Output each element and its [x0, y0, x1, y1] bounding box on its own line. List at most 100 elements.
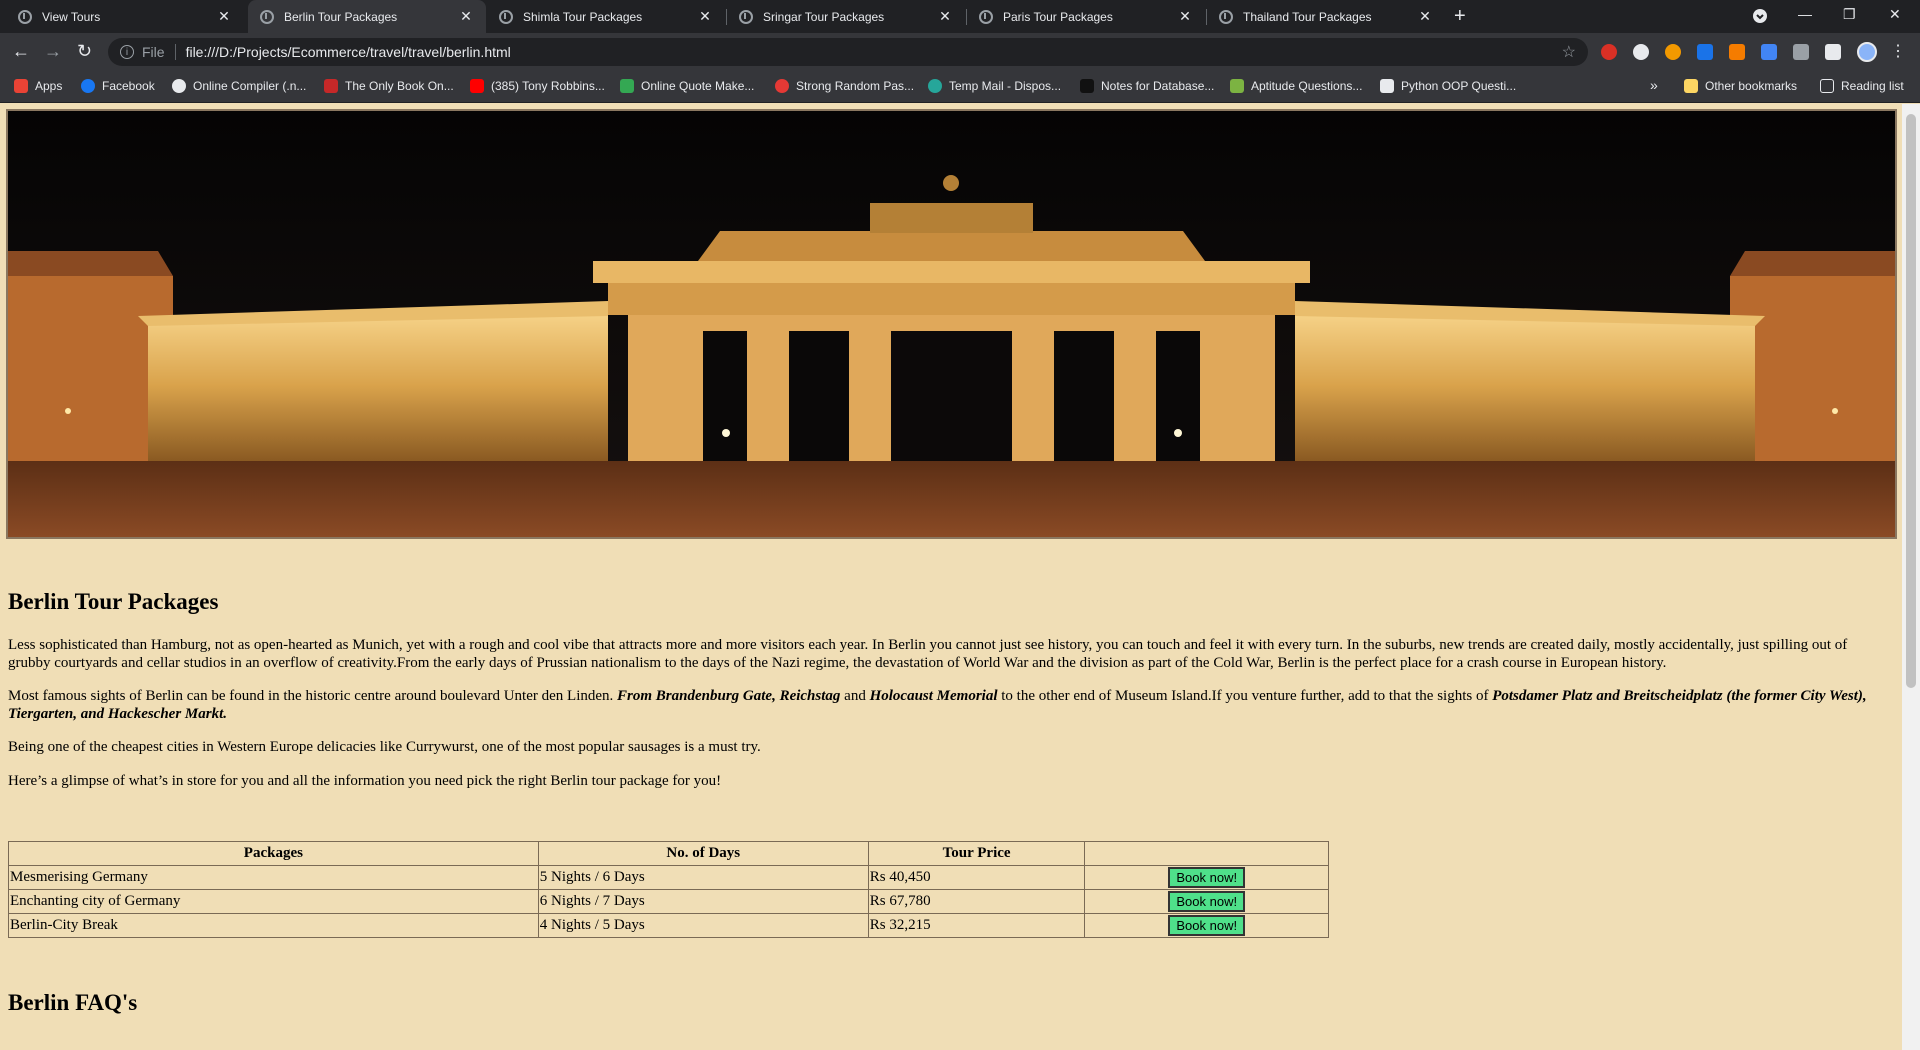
- menu-kebab-icon[interactable]: ⋮: [1890, 41, 1906, 61]
- globe-icon: [260, 9, 274, 24]
- tab-view-tours[interactable]: View Tours ✕: [6, 0, 244, 33]
- new-tab-plus-icon[interactable]: +: [1454, 5, 1466, 28]
- extension-flag-icon[interactable]: [1729, 44, 1745, 60]
- tab-berlin-tour-packages[interactable]: Berlin Tour Packages ✕: [248, 0, 486, 33]
- package-price: Rs 32,215: [867, 913, 1086, 938]
- close-icon[interactable]: ✕: [458, 8, 474, 25]
- tab-title: Berlin Tour Packages: [284, 9, 398, 24]
- page-viewport: Berlin Tour Packages Less sophisticated …: [0, 104, 1902, 1050]
- bookmark-aptitude-questions[interactable]: Aptitude Questions...: [1230, 79, 1362, 93]
- book-now-button[interactable]: Book now!: [1168, 867, 1246, 888]
- profile-avatar[interactable]: [1857, 42, 1877, 62]
- bookmark-label: Temp Mail - Dispos...: [949, 79, 1062, 93]
- package-name: Berlin-City Break: [8, 913, 539, 938]
- translate-icon[interactable]: [1761, 44, 1777, 60]
- apps-grid-icon: [14, 79, 28, 93]
- puzzle-extensions-icon[interactable]: [1793, 44, 1809, 60]
- package-days: 6 Nights / 7 Days: [537, 889, 869, 914]
- media-queue-icon[interactable]: [1825, 44, 1841, 60]
- scrollbar-thumb[interactable]: [1906, 114, 1916, 688]
- package-price: Rs 40,450: [867, 865, 1086, 890]
- bookmark-label: Aptitude Questions...: [1251, 79, 1363, 93]
- sights-highlight: Holocaust Memorial: [869, 688, 998, 704]
- table-row: Enchanting city of Germany 6 Nights / 7 …: [8, 889, 1329, 914]
- globe-icon: [1219, 9, 1233, 24]
- close-icon[interactable]: ✕: [1177, 8, 1193, 25]
- react-devtools-icon[interactable]: [1633, 44, 1649, 60]
- sights-text: Most famous sights of Berlin can be foun…: [8, 688, 618, 704]
- bookmark-apps[interactable]: Apps: [14, 79, 62, 93]
- bookmark-label: Other bookmarks: [1705, 79, 1798, 93]
- tab-thailand-tour-packages[interactable]: Thailand Tour Packages ✕: [1207, 0, 1445, 33]
- tab-search-icon[interactable]: [1752, 8, 1768, 27]
- bookmark-label: Facebook: [102, 79, 155, 93]
- bookmark-label: Strong Random Pas...: [796, 79, 915, 93]
- bookmark-label: Reading list: [1841, 79, 1904, 93]
- other-bookmarks[interactable]: Other bookmarks: [1684, 79, 1797, 93]
- bookmark-strong-random-password[interactable]: Strong Random Pas...: [775, 79, 914, 93]
- sights-text: and: [840, 688, 870, 704]
- forward-arrow-icon[interactable]: →: [44, 41, 62, 62]
- sights-text: to the other end of Museum Island.If you…: [997, 688, 1493, 704]
- minimize-icon[interactable]: —: [1798, 6, 1812, 22]
- url-text[interactable]: file:///D:/Projects/Ecommerce/travel/tra…: [186, 44, 511, 60]
- bookmark-online-quote-maker[interactable]: Online Quote Make...: [620, 79, 754, 93]
- compiler-icon: [172, 79, 186, 93]
- quote-icon: [620, 79, 634, 93]
- info-icon[interactable]: i: [120, 45, 134, 59]
- adblock-icon[interactable]: [1601, 44, 1617, 60]
- brandenburg-gate-banner-image: [6, 109, 1897, 539]
- tab-title: Shimla Tour Packages: [523, 9, 643, 24]
- tab-shimla-tour-packages[interactable]: Shimla Tour Packages ✕: [487, 0, 725, 33]
- facebook-icon: [81, 79, 95, 93]
- header-action: [1084, 841, 1329, 866]
- tab-paris-tour-packages[interactable]: Paris Tour Packages ✕: [967, 0, 1205, 33]
- reload-icon[interactable]: ↻: [77, 41, 92, 62]
- package-name: Mesmerising Germany: [8, 865, 539, 890]
- package-days: 5 Nights / 6 Days: [537, 865, 869, 890]
- action-cell: Book now!: [1084, 913, 1329, 938]
- close-icon[interactable]: ✕: [216, 8, 232, 25]
- bookmark-temp-mail[interactable]: Temp Mail - Dispos...: [928, 79, 1061, 93]
- action-cell: Book now!: [1084, 865, 1329, 890]
- tour-packages-table: Packages No. of Days Tour Price Mesmeris…: [8, 841, 1329, 938]
- book-now-button[interactable]: Book now!: [1168, 891, 1246, 912]
- bookmark-python-oop[interactable]: Python OOP Questi...: [1380, 79, 1516, 93]
- globe-icon: [18, 9, 32, 24]
- bookmark-tony-robbins[interactable]: (385) Tony Robbins...: [470, 79, 605, 93]
- bookmark-facebook[interactable]: Facebook: [81, 79, 155, 93]
- tab-sringar-tour-packages[interactable]: Sringar Tour Packages ✕: [727, 0, 965, 33]
- tab-title: View Tours: [42, 9, 101, 24]
- tab-title: Sringar Tour Packages: [763, 9, 885, 24]
- bookmarks-overflow-chevron-icon[interactable]: »: [1650, 77, 1658, 93]
- close-icon[interactable]: ✕: [937, 8, 953, 25]
- bookmark-label: Python OOP Questi...: [1401, 79, 1517, 93]
- cookie-icon[interactable]: [1665, 44, 1681, 60]
- file-scheme-chip: File: [142, 44, 176, 60]
- bookmark-online-compiler[interactable]: Online Compiler (.n...: [172, 79, 306, 93]
- close-icon[interactable]: ✕: [697, 8, 713, 25]
- address-bar[interactable]: i File file:///D:/Projects/Ecommerce/tra…: [108, 38, 1588, 66]
- globe-icon: [739, 9, 753, 24]
- close-icon[interactable]: ✕: [1417, 8, 1433, 25]
- reading-list[interactable]: Reading list: [1820, 79, 1904, 93]
- tab-title: Paris Tour Packages: [1003, 9, 1113, 24]
- bookmark-label: (385) Tony Robbins...: [491, 79, 605, 93]
- page-scrollbar[interactable]: [1902, 104, 1920, 1050]
- globe-icon: [979, 9, 993, 24]
- folder-icon: [1684, 79, 1698, 93]
- bookmark-notes-for-database[interactable]: Notes for Database...: [1080, 79, 1214, 93]
- book-now-button[interactable]: Book now!: [1168, 915, 1246, 936]
- bookmarks-bar: Apps Facebook Online Compiler (.n... The…: [0, 71, 1920, 103]
- table-row: Mesmerising Germany 5 Nights / 6 Days Rs…: [8, 865, 1329, 890]
- globe-icon: [499, 9, 513, 24]
- bookmark-the-only-book[interactable]: The Only Book On...: [324, 79, 454, 93]
- restore-icon[interactable]: ❐: [1843, 6, 1856, 23]
- window-close-icon[interactable]: ✕: [1889, 6, 1901, 23]
- extension-shield-icon[interactable]: [1697, 44, 1713, 60]
- intro-paragraph: Less sophisticated than Hamburg, not as …: [8, 637, 1848, 671]
- python-icon: [1380, 79, 1394, 93]
- bookmark-label: Notes for Database...: [1101, 79, 1215, 93]
- back-arrow-icon[interactable]: ←: [12, 41, 30, 62]
- bookmark-star-icon[interactable]: ☆: [1562, 42, 1576, 62]
